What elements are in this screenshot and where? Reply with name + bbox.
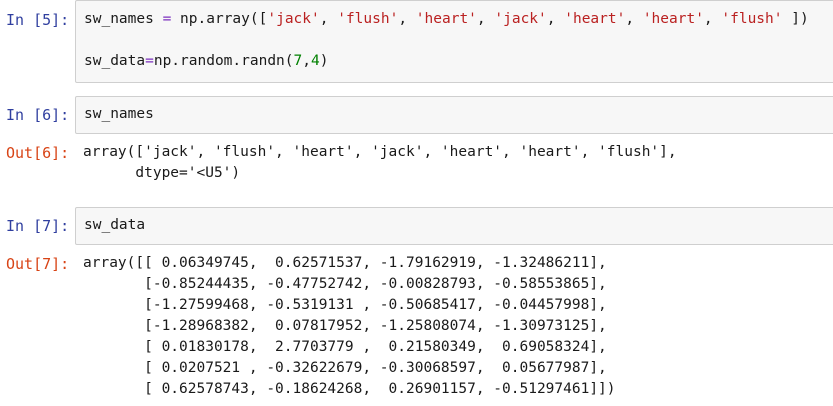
out-prompt-7: Out[7]: bbox=[6, 255, 70, 273]
output-line: dtype='<U5') bbox=[83, 165, 241, 181]
output-line: [-1.27599468, -0.5319131 , -0.50685417, … bbox=[83, 297, 607, 313]
string-literal: 'flush' bbox=[721, 11, 783, 27]
string-literal: 'heart' bbox=[564, 11, 626, 27]
closing-paren: ) bbox=[319, 53, 329, 69]
variable-name: sw_names bbox=[84, 11, 154, 27]
separator: , bbox=[625, 11, 643, 27]
output-line: array([[ 0.06349745, 0.62571537, -1.7916… bbox=[83, 255, 607, 271]
separator: , bbox=[703, 11, 722, 27]
number-literal: 4 bbox=[311, 53, 320, 69]
code-input-5[interactable]: sw_names = np.array(['jack', 'flush', 'h… bbox=[75, 0, 833, 83]
assign-operator: = bbox=[145, 53, 154, 69]
separator: , bbox=[546, 11, 565, 27]
separator: , bbox=[302, 53, 311, 69]
number-literal: 7 bbox=[293, 53, 303, 69]
output-line: [ 0.01830178, 2.7703779 , 0.21580349, 0.… bbox=[83, 339, 607, 355]
in-prompt-7: In [7]: bbox=[6, 217, 70, 235]
output-line: [ 0.62578743, -0.18624268, 0.26901157, -… bbox=[83, 381, 616, 397]
string-literal: 'jack' bbox=[494, 11, 547, 27]
string-literal: 'heart' bbox=[415, 11, 477, 27]
string-literal: 'flush' bbox=[337, 11, 399, 27]
output-line: array(['jack', 'flush', 'heart', 'jack',… bbox=[83, 144, 677, 160]
code-line-sw-data: sw_data=np.random.randn(7,4) bbox=[84, 53, 328, 69]
separator: , bbox=[398, 11, 416, 27]
separator: , bbox=[476, 11, 495, 27]
output-line: [-1.28968382, 0.07817952, -1.25808074, -… bbox=[83, 318, 607, 334]
output-line: [ 0.0207521 , -0.32622679, -0.30068597, … bbox=[83, 360, 607, 376]
code-input-6[interactable]: sw_names bbox=[75, 96, 833, 134]
output-line: [-0.85244435, -0.47752742, -0.00828793, … bbox=[83, 276, 607, 292]
code-line: sw_data bbox=[84, 217, 146, 233]
variable-name: sw_data bbox=[84, 53, 146, 69]
separator: , bbox=[319, 11, 338, 27]
out-prompt-6: Out[6]: bbox=[6, 144, 70, 162]
code-input-7[interactable]: sw_data bbox=[75, 207, 833, 245]
assign-operator: = bbox=[153, 11, 181, 27]
function-call: np.array([ bbox=[180, 11, 268, 27]
in-prompt-6: In [6]: bbox=[6, 106, 70, 124]
string-literal: 'heart' bbox=[642, 11, 704, 27]
function-call: np.random.randn( bbox=[153, 53, 294, 69]
closing-bracket: ]) bbox=[782, 11, 809, 27]
in-prompt-5: In [5]: bbox=[6, 11, 70, 29]
code-line-sw-names: sw_names = np.array(['jack', 'flush', 'h… bbox=[84, 11, 809, 27]
code-line: sw_names bbox=[84, 106, 154, 122]
string-literal: 'jack' bbox=[267, 11, 320, 27]
